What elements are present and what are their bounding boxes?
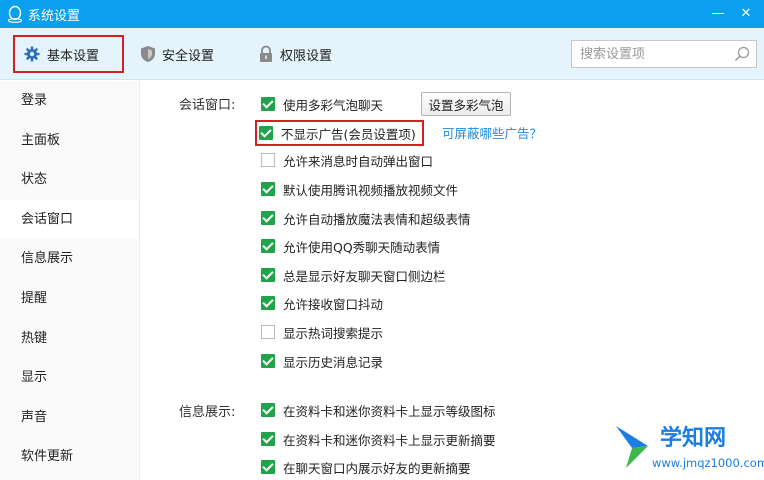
option-level-icon[interactable]: 在资料卡和迷你资料卡上显示等级图标	[261, 399, 496, 421]
settings-tab-bar: 基本设置 安全设置 权限设置	[0, 28, 764, 80]
shield-icon	[141, 46, 155, 62]
sidebar-item-status[interactable]: 状态	[0, 160, 139, 200]
option-label: 使用多彩气泡聊天	[283, 97, 384, 113]
sidebar-item-software-update[interactable]: 软件更新	[0, 437, 139, 477]
tab-label: 基本设置	[47, 48, 100, 64]
sidebar-item-display[interactable]: 显示	[0, 358, 139, 398]
tab-basic-settings[interactable]: 基本设置	[13, 35, 124, 73]
watermark-text: 学知网	[660, 426, 727, 451]
option-history[interactable]: 显示历史消息记录	[261, 350, 383, 372]
search-input[interactable]	[572, 41, 722, 67]
watermark-url: www.jmqz1000.com	[652, 456, 764, 470]
option-auto-popup[interactable]: 允许来消息时自动弹出窗口	[261, 149, 433, 171]
option-update-summary[interactable]: 在资料卡和迷你资料卡上显示更新摘要	[261, 428, 496, 450]
which-ads-link[interactable]: 可屏蔽哪些广告？	[442, 123, 542, 142]
option-magic-emoji[interactable]: 允许自动播放魔法表情和超级表情	[261, 207, 471, 229]
section-label-chat-window: 会话窗口:	[179, 98, 236, 113]
option-hot-search[interactable]: 显示热词搜索提示	[261, 321, 383, 343]
gear-icon	[24, 46, 40, 62]
checkbox[interactable]	[261, 403, 275, 417]
sidebar-item-reminder[interactable]: 提醒	[0, 279, 139, 319]
option-label: 在聊天窗口内展示好友的更新摘要	[283, 460, 471, 476]
option-window-shake[interactable]: 允许接收窗口抖动	[261, 292, 383, 314]
set-colorful-bubble-button[interactable]: 设置多彩气泡	[421, 92, 511, 116]
sidebar-item-sound[interactable]: 声音	[0, 398, 139, 438]
title-bar: 系统设置 — ✕	[0, 0, 764, 28]
checkbox[interactable]	[259, 126, 273, 140]
option-friend-summary[interactable]: 在聊天窗口内展示好友的更新摘要	[261, 456, 471, 478]
option-label: 在资料卡和迷你资料卡上显示更新摘要	[283, 432, 496, 448]
option-label: 显示热词搜索提示	[283, 325, 384, 341]
tab-label: 安全设置	[162, 48, 215, 64]
sidebar: 登录 主面板 状态 会话窗口 信息展示 提醒 热键 显示 声音 软件更新	[0, 81, 140, 480]
close-button[interactable]: ✕	[734, 2, 758, 26]
checkbox[interactable]	[261, 432, 275, 446]
option-hide-ads[interactable]: 不显示广告(会员设置项)	[255, 120, 424, 146]
option-tencent-video[interactable]: 默认使用腾讯视频播放视频文件	[261, 178, 458, 200]
checkbox[interactable]	[261, 296, 275, 310]
option-label: 允许来消息时自动弹出窗口	[283, 153, 434, 169]
tab-label: 权限设置	[280, 48, 333, 64]
checkbox[interactable]	[261, 268, 275, 282]
checkbox[interactable]	[261, 354, 275, 368]
option-label: 默认使用腾讯视频播放视频文件	[283, 182, 459, 198]
window-title: 系统设置	[28, 9, 81, 24]
checkbox[interactable]	[261, 153, 275, 167]
option-label: 不显示广告(会员设置项)	[281, 126, 416, 142]
option-label: 允许使用QQ秀聊天随动表情	[283, 239, 441, 255]
option-label: 显示历史消息记录	[283, 354, 384, 370]
sidebar-item-info-display[interactable]: 信息展示	[0, 239, 139, 279]
option-label: 在资料卡和迷你资料卡上显示等级图标	[283, 403, 496, 419]
lock-icon	[260, 45, 272, 62]
option-label: 总是显示好友聊天窗口侧边栏	[283, 268, 446, 284]
sidebar-item-main-panel[interactable]: 主面板	[0, 121, 139, 161]
search-box	[571, 40, 757, 68]
checkbox[interactable]	[261, 460, 275, 474]
section-label-info-display: 信息展示:	[179, 405, 236, 420]
checkbox[interactable]	[261, 211, 275, 225]
watermark-logo-icon	[616, 426, 648, 468]
option-colorful-bubble[interactable]: 使用多彩气泡聊天	[261, 93, 383, 115]
option-sidebar[interactable]: 总是显示好友聊天窗口侧边栏	[261, 264, 446, 286]
option-label: 允许接收窗口抖动	[283, 296, 384, 312]
tab-permission-settings[interactable]: 权限设置	[250, 35, 350, 73]
checkbox[interactable]	[261, 325, 275, 339]
sidebar-item-hotkey[interactable]: 热键	[0, 319, 139, 359]
minimize-button[interactable]: —	[706, 2, 730, 26]
search-icon[interactable]	[734, 46, 750, 62]
option-qq-show-emoji[interactable]: 允许使用QQ秀聊天随动表情	[261, 235, 440, 257]
checkbox[interactable]	[261, 97, 275, 111]
sidebar-item-login[interactable]: 登录	[0, 81, 139, 121]
tab-security-settings[interactable]: 安全设置	[132, 35, 232, 73]
watermark: 学知网 www.jmqz1000.com	[608, 418, 764, 480]
checkbox[interactable]	[261, 182, 275, 196]
checkbox[interactable]	[261, 239, 275, 253]
option-label: 允许自动播放魔法表情和超级表情	[283, 211, 471, 227]
qq-penguin-icon	[7, 5, 23, 23]
sidebar-item-chat-window[interactable]: 会话窗口	[0, 199, 139, 240]
